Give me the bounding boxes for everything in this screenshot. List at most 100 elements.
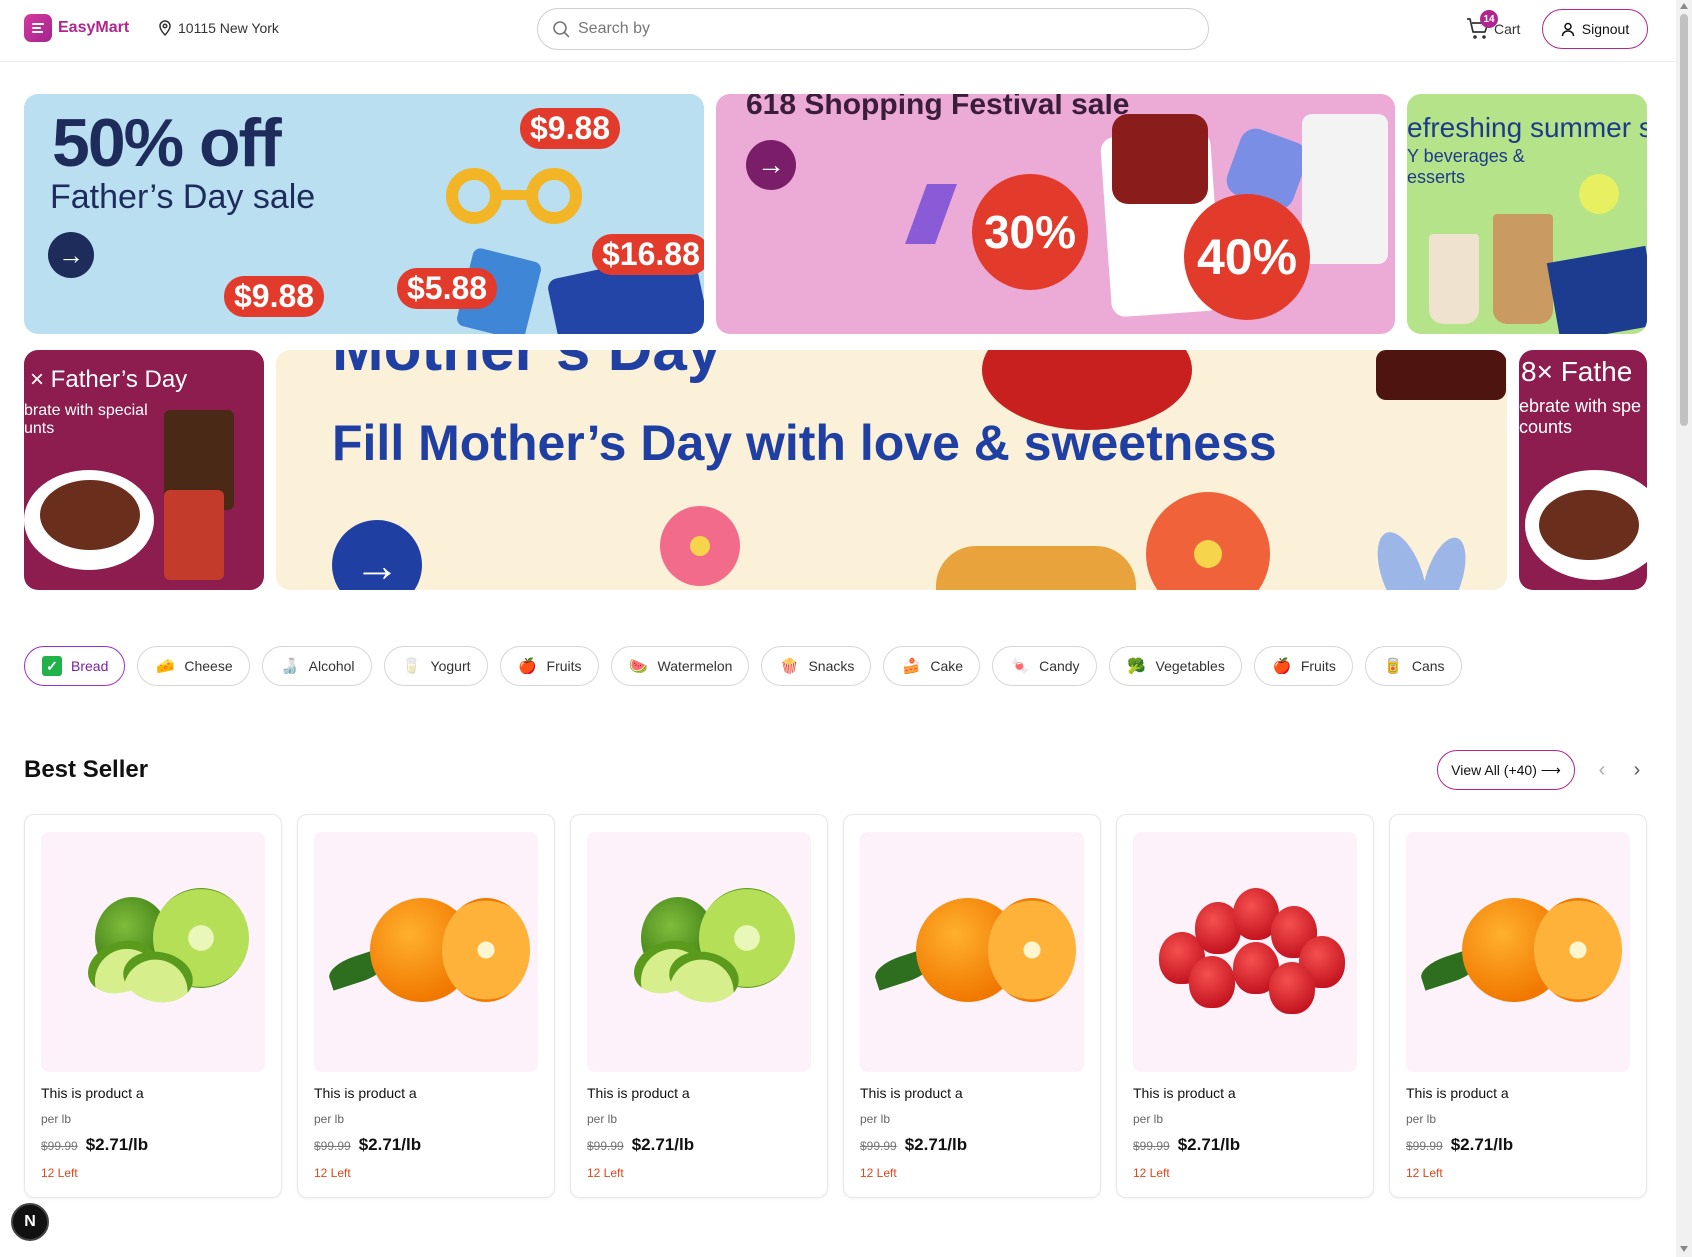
product-stock: 12 Left	[1406, 1166, 1443, 1180]
cart-label: Cart	[1494, 21, 1521, 37]
product-card[interactable]: This is product a per lb $99.99 $2.71/lb …	[24, 814, 282, 1198]
banner-product-image	[164, 490, 224, 580]
banner-subtitle: ebrate with spe counts	[1519, 396, 1641, 438]
banner-title: × Father’s Day	[30, 366, 188, 393]
product-name[interactable]: This is product a	[314, 1085, 417, 1101]
product-price: $2.71/lb	[358, 1135, 422, 1154]
arrow-right-icon[interactable]: →	[48, 232, 94, 278]
cart-button[interactable]: 14 Cart	[1466, 10, 1521, 42]
banner-subtitle-line: counts	[1519, 417, 1573, 437]
banner-summer-beverages[interactable]: efreshing summer s Y beverages & esserts	[1407, 94, 1647, 334]
discount-badge: 40%	[1184, 194, 1310, 320]
banner-product-image	[1302, 114, 1388, 264]
lemon-graphic	[1579, 174, 1619, 214]
drink-image	[1429, 234, 1479, 324]
product-card[interactable]: This is product a per lb $99.99 $2.71/lb …	[297, 814, 555, 1198]
product-unit: per lb	[1406, 1112, 1437, 1126]
category-label: Fruits	[1300, 658, 1336, 674]
candy-icon: 🍬	[1010, 658, 1030, 675]
search-bar[interactable]	[537, 8, 1209, 50]
arrow-right-icon[interactable]: →	[332, 520, 422, 590]
apple-icon: 🍎	[518, 658, 537, 675]
category-chip-fruits[interactable]: 🍎 Fruits	[499, 646, 599, 686]
banner-product-image	[1112, 114, 1208, 204]
section-title: Best Seller	[24, 756, 149, 783]
bowl-graphic	[936, 546, 1136, 590]
category-label: Fruits	[546, 658, 582, 674]
product-image-orange	[314, 832, 538, 1072]
search-input[interactable]	[578, 20, 1178, 38]
category-label: Alcohol	[308, 658, 355, 674]
banner-shopping-festival[interactable]: 618 Shopping Festival sale → 30% 40%	[716, 94, 1395, 334]
user-icon	[1561, 22, 1574, 36]
glasses-graphic	[446, 168, 582, 224]
category-chip-alcohol[interactable]: 🍶 Alcohol	[261, 646, 372, 686]
location-selector[interactable]: 10115 New York	[158, 20, 279, 36]
flower-center-graphic	[1194, 540, 1222, 568]
product-name[interactable]: This is product a	[860, 1085, 963, 1101]
category-chip-vegetables[interactable]: 🥦 Vegetables	[1108, 646, 1242, 686]
product-price: $2.71/lb	[631, 1135, 695, 1154]
product-stock: 12 Left	[860, 1166, 897, 1180]
category-chip-bread[interactable]: ✓ Bread	[24, 646, 126, 686]
view-all-button[interactable]: View All (+40) ⟶	[1437, 750, 1575, 790]
popcorn-icon: 🍿	[780, 658, 799, 675]
steak-image	[1539, 490, 1639, 560]
lightning-graphic	[905, 184, 957, 244]
product-card[interactable]: This is product a per lb $99.99 $2.71/lb …	[1389, 814, 1647, 1198]
price-tag: $9.88	[224, 276, 325, 317]
category-chip-fruits-2[interactable]: 🍎 Fruits	[1253, 646, 1353, 686]
product-unit: per lb	[587, 1112, 618, 1126]
scroll-thumb[interactable]	[1680, 14, 1688, 426]
product-carousel: This is product a per lb $99.99 $2.71/lb …	[24, 814, 1647, 1198]
product-image-lime	[587, 832, 811, 1072]
category-chip-cake[interactable]: 🍰 Cake	[883, 646, 981, 686]
product-name[interactable]: This is product a	[587, 1085, 690, 1101]
chevron-left-icon[interactable]: ‹	[1590, 758, 1614, 782]
orange-graphic	[1534, 898, 1622, 1002]
drink-image	[1493, 214, 1553, 324]
apple-icon: 🍎	[1272, 658, 1292, 675]
banner-fathers-day-sale[interactable]: 50% off Father’s Day sale → $9.88 $9.88 …	[24, 94, 704, 334]
banner-mothers-day[interactable]: Mother’s Day Fill Mother’s Day with love…	[276, 350, 1507, 590]
product-card[interactable]: This is product a per lb $99.99 $2.71/lb …	[843, 814, 1101, 1198]
category-chip-cheese[interactable]: 🧀 Cheese	[137, 646, 250, 686]
category-chips: ✓ Bread 🧀 Cheese 🍶 Alcohol 🥛 Yogurt 🍎 Fruits …	[24, 646, 1462, 686]
scroll-down-arrow-icon[interactable]	[1680, 1246, 1688, 1252]
category-chip-yogurt[interactable]: 🥛 Yogurt	[383, 646, 488, 686]
scroll-up-arrow-icon[interactable]	[1680, 3, 1688, 9]
chevron-right-icon[interactable]: ›	[1625, 758, 1649, 782]
category-chip-candy[interactable]: 🍬 Candy	[992, 646, 1097, 686]
product-card[interactable]: This is product a per lb $99.99 $2.71/lb …	[570, 814, 828, 1198]
product-price: $2.71/lb	[904, 1135, 968, 1154]
banner-subtitle-line: brate with special	[24, 402, 148, 419]
product-unit: per lb	[860, 1112, 891, 1126]
broccoli-icon: 🥦	[1127, 658, 1146, 675]
banner-headline: 50% off	[52, 105, 282, 181]
product-old-price: $99.99	[860, 1139, 897, 1153]
product-price: $2.71/lb	[1450, 1135, 1514, 1154]
banner-subtitle-line: unts	[24, 420, 55, 437]
banner-fathers-day-left[interactable]: × Father’s Day brate with special unts	[24, 350, 264, 590]
check-icon: ✓	[42, 656, 62, 676]
cart-count-badge: 14	[1480, 10, 1498, 28]
dev-tools-badge[interactable]: N	[11, 1203, 49, 1241]
banner-title: efreshing summer s	[1407, 112, 1647, 143]
product-card[interactable]: This is product a per lb $99.99 $2.71/lb …	[1116, 814, 1374, 1198]
category-label: Snacks	[808, 658, 855, 674]
arrow-right-icon[interactable]: →	[746, 140, 796, 190]
category-chip-snacks[interactable]: 🍿 Snacks	[761, 646, 872, 686]
category-chip-cans[interactable]: 🥫 Cans	[1364, 646, 1462, 686]
category-chip-watermelon[interactable]: 🍉 Watermelon	[610, 646, 750, 686]
price-tag: $9.88	[520, 108, 621, 149]
logo[interactable]: EasyMart	[24, 14, 129, 42]
product-name[interactable]: This is product a	[1133, 1085, 1236, 1101]
banner-title: 618 Shopping Festival sale	[746, 94, 1130, 121]
banner-fathers-day-right[interactable]: 8× Fathe ebrate with spe counts	[1519, 350, 1647, 590]
page-scrollbar[interactable]	[1676, 0, 1692, 1257]
product-name[interactable]: This is product a	[41, 1085, 144, 1101]
can-icon: 🥫	[1383, 658, 1403, 675]
signout-button[interactable]: Signout	[1542, 9, 1648, 49]
top-header: EasyMart 10115 New York 14 Cart Signout	[0, 0, 1676, 62]
product-name[interactable]: This is product a	[1406, 1085, 1509, 1101]
